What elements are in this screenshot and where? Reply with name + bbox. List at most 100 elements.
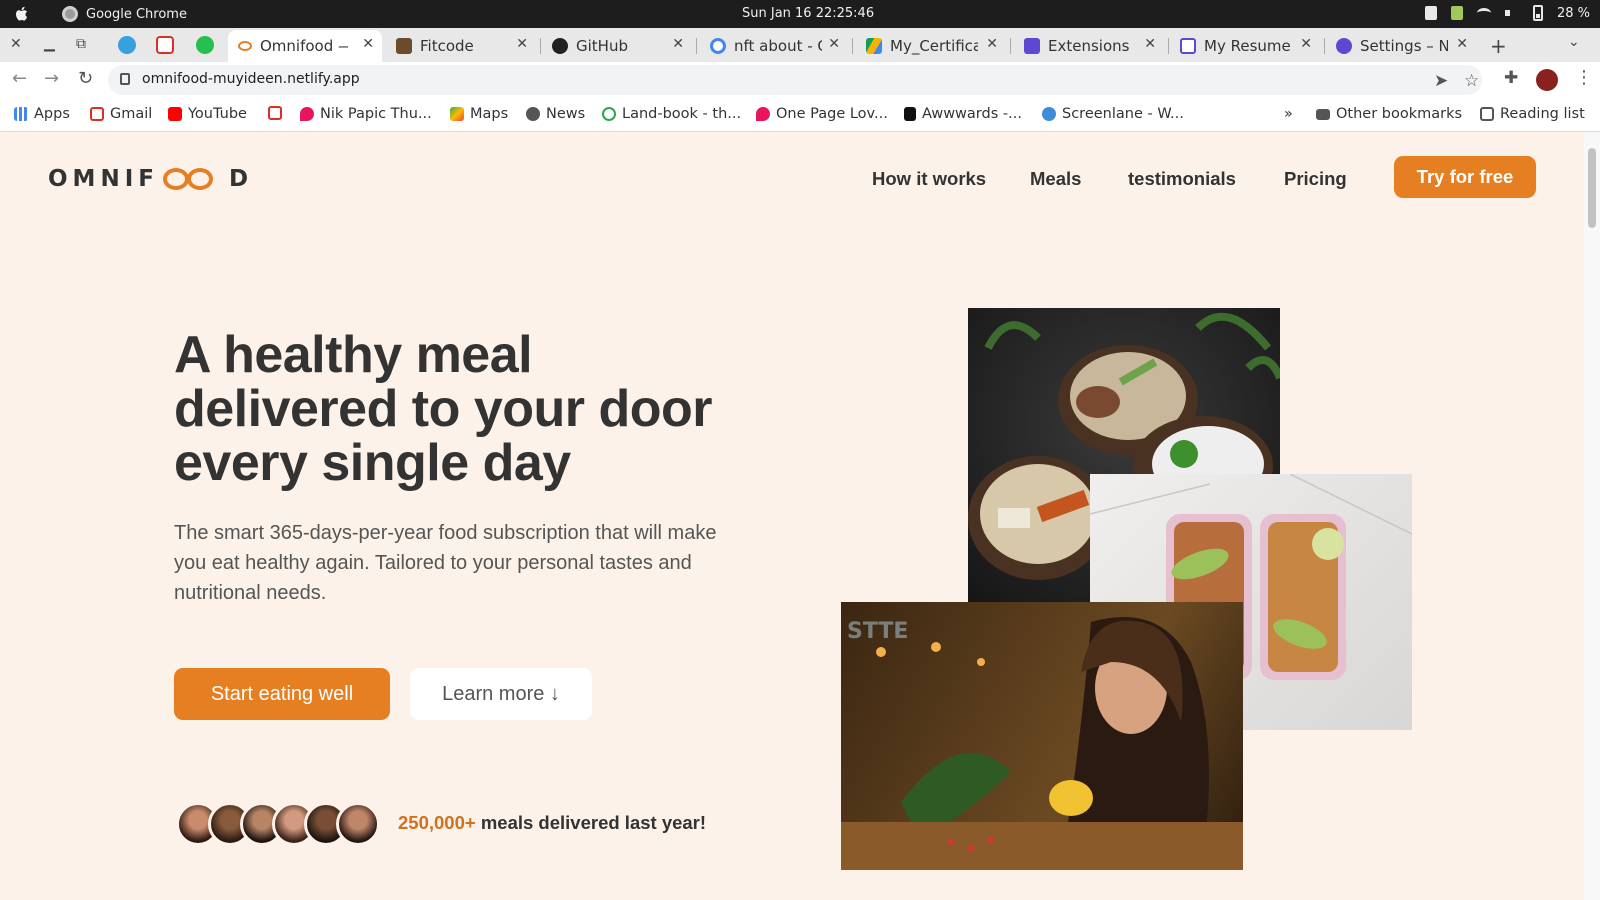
os-menu-bar: Google Chrome Sun Jan 16 22:25:46 28 % [0,0,1600,28]
bookmark-land-book[interactable]: Land-book - th... [602,106,741,122]
bookmark-gmail-2[interactable] [268,106,282,120]
new-tab-icon[interactable]: + [1490,34,1507,58]
extensions-puzzle-icon[interactable]: ✚ [1504,68,1518,88]
clock[interactable]: Sun Jan 16 22:25:46 [742,6,874,21]
bookmarks-overflow-chevron-icon[interactable]: » [1284,106,1293,122]
close-tab-icon[interactable]: ✕ [828,36,840,52]
nav-meals[interactable]: Meals [1030,168,1081,190]
close-tab-icon[interactable]: ✕ [986,36,998,52]
tab-search-chevron-icon[interactable]: ⌄ [1568,34,1580,50]
bookmark-gmail[interactable]: Gmail [90,106,152,122]
close-tab-icon[interactable]: ✕ [1300,36,1312,52]
tab-label: Extensions [1048,37,1130,55]
tab-google-search[interactable]: nft about - Go ✕ [700,30,848,62]
tab-separator [696,38,697,54]
restore-window-icon[interactable]: ⧉ [76,36,86,52]
active-app[interactable]: Google Chrome [62,6,187,22]
bookmark-label: Maps [470,106,509,122]
logo-text-right: D [228,166,254,192]
bookmark-label: Apps [34,106,70,122]
address-bar[interactable]: omnifood-muyideen.netlify.app ➤ ☆ [108,65,1482,95]
bookmark-label: Reading list [1500,106,1585,122]
bookmark-youtube[interactable]: YouTube [168,106,247,122]
bookmark-label: YouTube [188,106,247,122]
tab-extensions[interactable]: Extensions ✕ [1014,30,1164,62]
bookmark-label: Nik Papic Thu... [320,106,432,122]
profile-avatar[interactable] [1536,69,1558,91]
nav-testimonials[interactable]: testimonials [1128,168,1236,190]
close-tab-icon[interactable]: ✕ [362,36,374,52]
close-tab-icon[interactable]: ✕ [1144,36,1156,52]
bookmark-other[interactable]: Other bookmarks [1316,106,1462,122]
tab-label: My Resume - G [1204,37,1292,55]
reading-list-icon [1480,107,1494,121]
scrollbar-thumb[interactable] [1588,148,1596,228]
bookmark-one-page-love[interactable]: One Page Lov... [756,106,888,122]
gmail-pinned-tab-icon[interactable] [156,36,174,54]
docs-favicon-icon [1180,38,1196,54]
minimize-window-icon[interactable]: ▁ [44,36,55,52]
tab-label: My_Certificat [890,37,978,55]
bookmark-awwwards[interactable]: Awwwards -... [904,106,1022,122]
try-for-free-button[interactable]: Try for free [1394,156,1536,198]
learn-more-button[interactable]: Learn more ↓ [410,668,592,720]
hero-description: The smart 365-days-per-year food subscri… [174,522,717,604]
tab-separator [540,38,541,54]
fitcode-favicon-icon [396,38,412,54]
whatsapp-pinned-tab-icon[interactable] [196,36,214,54]
app-indicator-icon[interactable] [1450,6,1463,20]
tab-label: Settings – No [1360,37,1448,55]
tab-github[interactable]: GitHub ✕ [542,30,692,62]
apple-icon[interactable] [14,5,30,23]
heart-icon [756,107,770,121]
back-arrow-icon[interactable]: ← [12,68,27,89]
tab-my-resume[interactable]: My Resume - G ✕ [1170,30,1320,62]
close-tab-icon[interactable]: ✕ [516,36,528,52]
omnifood-logo[interactable]: OMNIF D [48,166,253,192]
bookmark-nik-papic[interactable]: Nik Papic Thu... [300,106,432,122]
close-window-icon[interactable]: ✕ [10,36,22,52]
globe-icon [526,107,540,121]
tab-omnifood[interactable]: Omnifood — ✕ [228,30,382,62]
tab-label: GitHub [576,37,628,55]
close-tab-icon[interactable]: ✕ [672,36,684,52]
bookmark-label: Land-book - th... [622,106,742,122]
lock-icon[interactable] [120,73,130,85]
start-eating-well-button[interactable]: Start eating well [174,668,390,720]
wifi-icon[interactable] [1476,8,1491,18]
bookmark-maps[interactable]: Maps [450,106,508,122]
meals-delivered-count: 250,000+ [398,812,476,833]
tab-label: Omnifood — [260,37,348,55]
bookmark-label: News [546,106,586,122]
puzzle-favicon-icon [1024,38,1040,54]
bookmark-screenlane[interactable]: Screenlane - W... [1042,106,1184,122]
bookmark-reading-list[interactable]: Reading list [1480,106,1585,122]
battery-icon[interactable] [1532,5,1543,21]
nav-pricing[interactable]: Pricing [1284,168,1347,190]
tab-fitcode[interactable]: Fitcode ✕ [386,30,536,62]
tab-google-drive[interactable]: My_Certificat ✕ [856,30,1006,62]
notes-icon[interactable] [1424,6,1437,20]
close-tab-icon[interactable]: ✕ [1456,36,1468,52]
folder-icon [1316,108,1330,120]
bookmark-label: One Page Lov... [776,106,888,122]
meals-delivered-text: meals delivered last year! [475,812,707,833]
reload-icon[interactable]: ↻ [78,68,93,89]
menu-kebab-icon[interactable]: ⋮ [1575,67,1593,88]
tab-settings[interactable]: Settings – No ✕ [1326,30,1476,62]
bookmark-news[interactable]: News [526,106,585,122]
bookmark-star-icon[interactable]: ☆ [1464,71,1479,91]
bookmark-label: Awwwards -... [922,106,1022,122]
telegram-pinned-tab-icon[interactable] [118,36,136,54]
forward-arrow-icon[interactable]: → [44,68,59,89]
land-book-icon [602,107,616,121]
nav-how-it-works[interactable]: How it works [872,168,986,190]
bookmark-apps[interactable]: Apps [14,106,70,122]
url-text[interactable]: omnifood-muyideen.netlify.app [142,71,360,87]
omnifood-favicon-icon [238,41,252,51]
send-icon[interactable]: ➤ [1434,71,1448,91]
page-scrollbar[interactable] [1584,132,1600,900]
chrome-icon [62,6,78,22]
volume-icon[interactable] [1504,7,1519,19]
bookmark-label: Screenlane - W... [1062,106,1184,122]
